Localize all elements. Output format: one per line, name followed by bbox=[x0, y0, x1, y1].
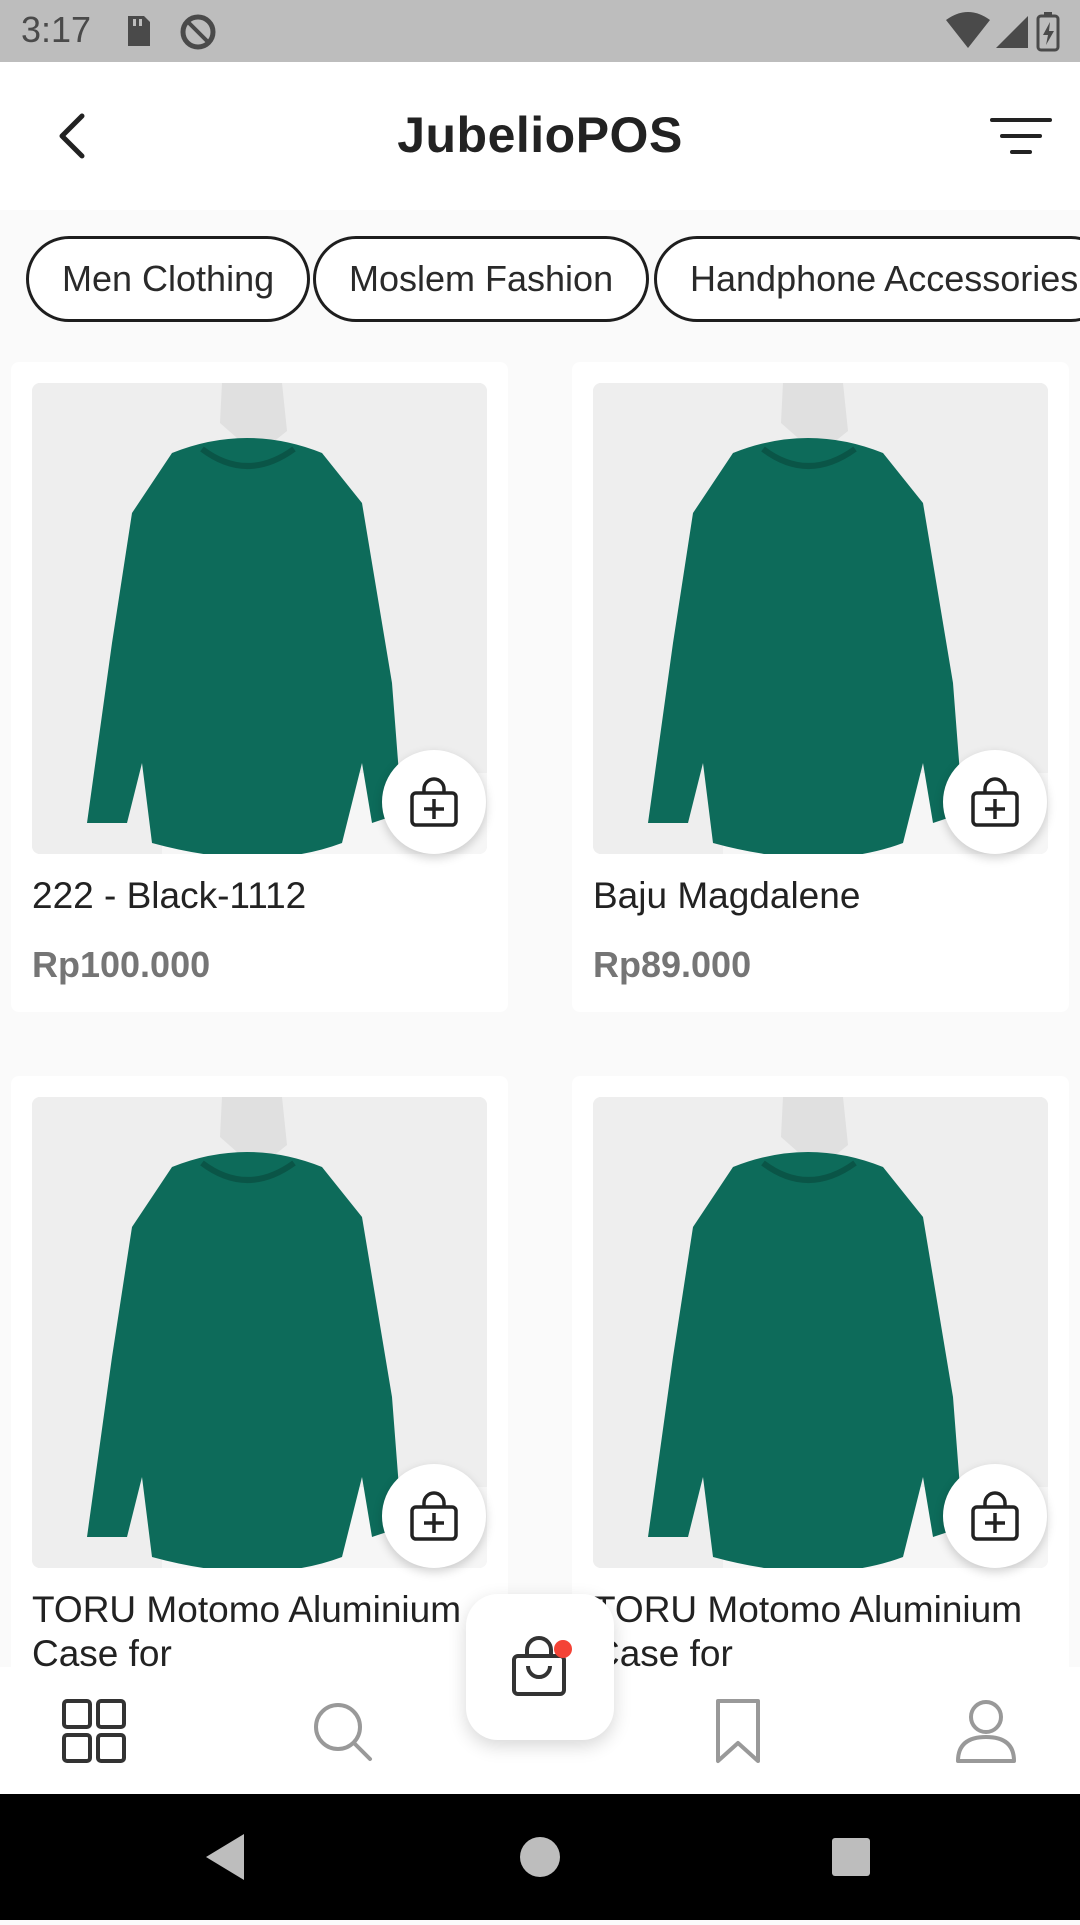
cart-badge bbox=[554, 1640, 572, 1658]
product-name: 222 - Black-1112 bbox=[32, 875, 307, 916]
nav-search[interactable] bbox=[302, 1691, 382, 1771]
status-right-icons bbox=[944, 10, 1064, 57]
status-time: 3:17 bbox=[21, 9, 92, 50]
data-saver-icon bbox=[180, 14, 216, 50]
chip-moslem-fashion[interactable]: Moslem Fashion bbox=[313, 236, 650, 322]
signal-icon bbox=[996, 16, 1028, 48]
product-price: Rp89.000 bbox=[593, 944, 752, 985]
nav-home[interactable] bbox=[54, 1691, 134, 1771]
status-bar: 3:17 bbox=[0, 0, 1080, 62]
bag-plus-icon bbox=[410, 777, 458, 827]
grid-icon bbox=[62, 1699, 126, 1763]
add-to-cart-button[interactable] bbox=[382, 750, 486, 854]
product-price: Rp100.000 bbox=[32, 944, 211, 985]
recents-square-icon[interactable] bbox=[832, 1838, 870, 1876]
add-to-cart-button[interactable] bbox=[943, 1464, 1047, 1568]
sd-card-icon bbox=[128, 16, 150, 46]
chip-handphone-accessories[interactable]: Handphone Accessories bbox=[654, 236, 1080, 322]
filter-icon bbox=[990, 118, 1052, 154]
product-card[interactable]: 222 - Black-1112 Rp100.000 bbox=[11, 362, 508, 1012]
battery-icon bbox=[1036, 12, 1060, 52]
product-card[interactable]: Baju Magdalene Rp89.000 bbox=[572, 362, 1069, 1012]
category-chips: Men Clothing Moslem Fashion Handphone Ac… bbox=[0, 236, 1080, 326]
chip-men-clothing[interactable]: Men Clothing bbox=[26, 236, 311, 322]
cart-button[interactable] bbox=[466, 1594, 614, 1740]
page-title: JubelioPOS bbox=[397, 107, 683, 163]
back-triangle-icon[interactable] bbox=[206, 1834, 244, 1880]
product-name: Baju Magdalene bbox=[593, 875, 861, 916]
bookmark-icon bbox=[716, 1699, 760, 1763]
product-name: TORU Motomo Aluminium Case for bbox=[32, 1589, 462, 1674]
app-bar: JubelioPOS bbox=[0, 62, 1080, 210]
status-left-icons bbox=[120, 12, 220, 57]
filter-button[interactable] bbox=[988, 112, 1054, 162]
product-card[interactable]: TORU Motomo Aluminium Case for bbox=[572, 1076, 1069, 1726]
profile-icon bbox=[956, 1700, 1016, 1763]
bag-plus-icon bbox=[971, 1491, 1019, 1541]
nav-profile[interactable] bbox=[946, 1691, 1026, 1771]
nav-bookmarks[interactable] bbox=[698, 1691, 778, 1771]
add-to-cart-button[interactable] bbox=[943, 750, 1047, 854]
product-name: TORU Motomo Aluminium Case for bbox=[593, 1589, 1023, 1674]
wifi-icon bbox=[946, 12, 990, 48]
add-to-cart-button[interactable] bbox=[382, 1464, 486, 1568]
system-navigation-bar bbox=[0, 1794, 1080, 1920]
search-icon bbox=[314, 1703, 372, 1761]
bag-plus-icon bbox=[971, 777, 1019, 827]
bag-plus-icon bbox=[410, 1491, 458, 1541]
home-circle-icon[interactable] bbox=[520, 1837, 560, 1877]
product-card[interactable]: TORU Motomo Aluminium Case for bbox=[11, 1076, 508, 1726]
